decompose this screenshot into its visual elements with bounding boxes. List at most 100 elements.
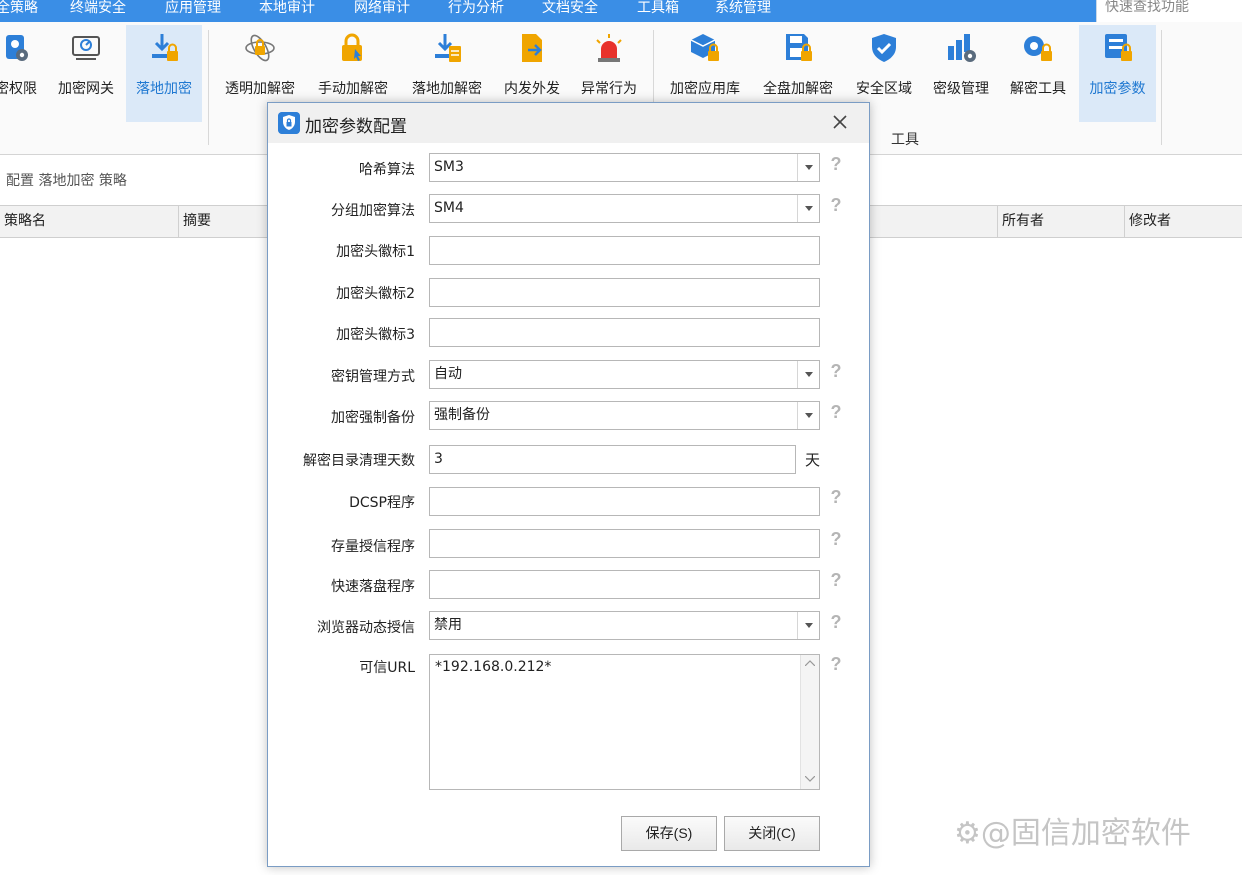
block-cipher-select[interactable]: SM4 xyxy=(429,194,820,223)
chevron-up-icon[interactable] xyxy=(805,660,815,666)
main-menu-bar: 全策略 终端安全 应用管理 本地审计 网络审计 行为分析 文档安全 工具箱 系统… xyxy=(0,0,1242,22)
ribbon-separator xyxy=(1161,30,1162,145)
chevron-down-icon[interactable] xyxy=(797,612,819,639)
quick-search-input[interactable]: 快速查找功能 xyxy=(1096,0,1242,22)
shield-icon xyxy=(872,34,896,62)
ribbon-button-landing-encrypt[interactable]: 落地加密 xyxy=(126,25,202,122)
ribbon-label: 手动加解密 xyxy=(318,81,388,97)
forced-backup-select[interactable]: 强制备份 xyxy=(429,401,820,430)
column-header-policy-name[interactable]: 策略名 xyxy=(0,206,178,237)
save-button[interactable]: 保存(S) xyxy=(621,816,717,851)
ribbon-label: 密权限 xyxy=(0,81,37,97)
help-icon[interactable]: ? xyxy=(828,487,844,509)
watermark: ⚙@固信加密软件 xyxy=(954,816,1191,851)
dcsp-program-label: DCSP程序 xyxy=(349,495,415,511)
app-library-icon xyxy=(690,34,719,61)
level-chart-icon xyxy=(948,34,976,62)
header-logo-1-label: 加密头徽标1 xyxy=(336,244,415,260)
ribbon-group-label: 工具 xyxy=(891,132,919,148)
help-icon[interactable]: ? xyxy=(828,154,844,176)
block-cipher-label: 分组加密算法 xyxy=(331,203,415,219)
close-button[interactable]: 关闭(C) xyxy=(724,816,820,851)
ribbon-label: 解密工具 xyxy=(1010,81,1066,97)
dcsp-program-input[interactable] xyxy=(429,487,820,516)
cleanup-days-input[interactable]: 3 xyxy=(429,445,796,474)
chevron-down-icon[interactable] xyxy=(797,402,819,429)
decrypt-tool-icon xyxy=(1024,36,1052,61)
help-icon[interactable]: ? xyxy=(828,654,844,676)
help-icon[interactable]: ? xyxy=(828,612,844,634)
block-cipher-value: SM4 xyxy=(434,200,464,216)
ribbon-label: 加密参数 xyxy=(1089,81,1146,97)
header-logo-2-input[interactable] xyxy=(429,278,820,307)
send-out-icon xyxy=(522,34,542,62)
forced-backup-value: 强制备份 xyxy=(434,407,490,423)
permission-icon xyxy=(6,35,28,61)
help-icon[interactable]: ? xyxy=(828,529,844,551)
column-header-summary[interactable]: 摘要 xyxy=(178,206,268,237)
menu-item-endpoint-security[interactable]: 终端安全 xyxy=(70,0,126,22)
cleanup-days-label: 解密目录清理天数 xyxy=(303,453,415,469)
menu-item-toolbox[interactable]: 工具箱 xyxy=(637,0,679,22)
menu-item-all-policies[interactable]: 全策略 xyxy=(0,0,38,22)
hash-algorithm-value: SM3 xyxy=(434,159,464,175)
forced-backup-label: 加密强制备份 xyxy=(331,410,415,426)
key-management-label: 密钥管理方式 xyxy=(331,369,415,385)
chevron-down-icon[interactable] xyxy=(805,776,815,782)
shield-lock-icon xyxy=(278,112,300,134)
help-icon[interactable]: ? xyxy=(828,195,844,217)
close-icon[interactable] xyxy=(824,109,856,137)
landing-crypto-icon xyxy=(435,34,461,62)
trusted-url-textarea[interactable]: *192.168.0.212* xyxy=(429,654,820,790)
alarm-icon xyxy=(596,34,622,62)
menu-item-local-audit[interactable]: 本地审计 xyxy=(259,0,315,22)
header-logo-2-label: 加密头徽标2 xyxy=(336,286,415,302)
trusted-url-label: 可信URL xyxy=(359,660,415,676)
column-header-owner[interactable]: 所有者 xyxy=(997,206,1124,237)
ribbon-label: 安全区域 xyxy=(856,81,912,97)
stock-trust-program-input[interactable] xyxy=(429,529,820,558)
menu-item-behavior-analysis[interactable]: 行为分析 xyxy=(448,0,504,22)
help-icon[interactable]: ? xyxy=(828,361,844,383)
ribbon-button-level-management[interactable]: 密级管理 xyxy=(926,25,996,121)
column-header-modifier[interactable]: 修改者 xyxy=(1124,206,1242,237)
fast-write-program-input[interactable] xyxy=(429,570,820,599)
chevron-down-icon[interactable] xyxy=(797,195,819,222)
chevron-down-icon[interactable] xyxy=(797,361,819,388)
key-management-value: 自动 xyxy=(434,366,462,382)
key-management-select[interactable]: 自动 xyxy=(429,360,820,389)
ribbon-label: 透明加解密 xyxy=(225,81,295,97)
ribbon-label: 加密网关 xyxy=(58,81,114,97)
menu-item-app-management[interactable]: 应用管理 xyxy=(165,0,221,22)
browser-dynamic-trust-label: 浏览器动态授信 xyxy=(317,620,415,636)
gateway-icon xyxy=(72,36,100,60)
ribbon-button-decrypt-tool[interactable]: 解密工具 xyxy=(1003,25,1073,121)
browser-dynamic-trust-select[interactable]: 禁用 xyxy=(429,611,820,640)
landing-encrypt-icon xyxy=(152,34,178,61)
fast-write-program-label: 快速落盘程序 xyxy=(331,579,415,595)
menu-item-network-audit[interactable]: 网络审计 xyxy=(354,0,410,22)
chevron-down-icon[interactable] xyxy=(797,154,819,181)
ribbon-button-gateway[interactable]: 加密网关 xyxy=(51,25,121,121)
ribbon-button-permission[interactable]: 密权限 xyxy=(0,25,46,121)
ribbon-button-crypto-params[interactable]: 加密参数 xyxy=(1079,25,1156,122)
header-logo-1-input[interactable] xyxy=(429,236,820,265)
ribbon-label: 加密应用库 xyxy=(670,81,740,97)
dialog-title-bar[interactable]: 加密参数配置 xyxy=(268,103,869,143)
help-icon[interactable]: ? xyxy=(828,570,844,592)
menu-item-system-management[interactable]: 系统管理 xyxy=(715,0,771,22)
crypto-params-icon xyxy=(1104,34,1132,61)
days-unit: 天 xyxy=(805,451,821,469)
menu-item-document-security[interactable]: 文档安全 xyxy=(542,0,598,22)
trusted-url-value: *192.168.0.212* xyxy=(435,659,552,675)
hash-algorithm-select[interactable]: SM3 xyxy=(429,153,820,182)
transparent-crypto-icon xyxy=(245,34,275,62)
hash-algorithm-label: 哈希算法 xyxy=(359,162,415,178)
disk-crypto-icon xyxy=(786,34,812,61)
help-icon[interactable]: ? xyxy=(828,402,844,424)
textarea-scrollbar[interactable] xyxy=(800,655,819,789)
ribbon-separator xyxy=(208,30,209,145)
header-logo-3-label: 加密头徽标3 xyxy=(336,327,415,343)
manual-crypto-icon xyxy=(342,33,362,61)
header-logo-3-input[interactable] xyxy=(429,318,820,347)
